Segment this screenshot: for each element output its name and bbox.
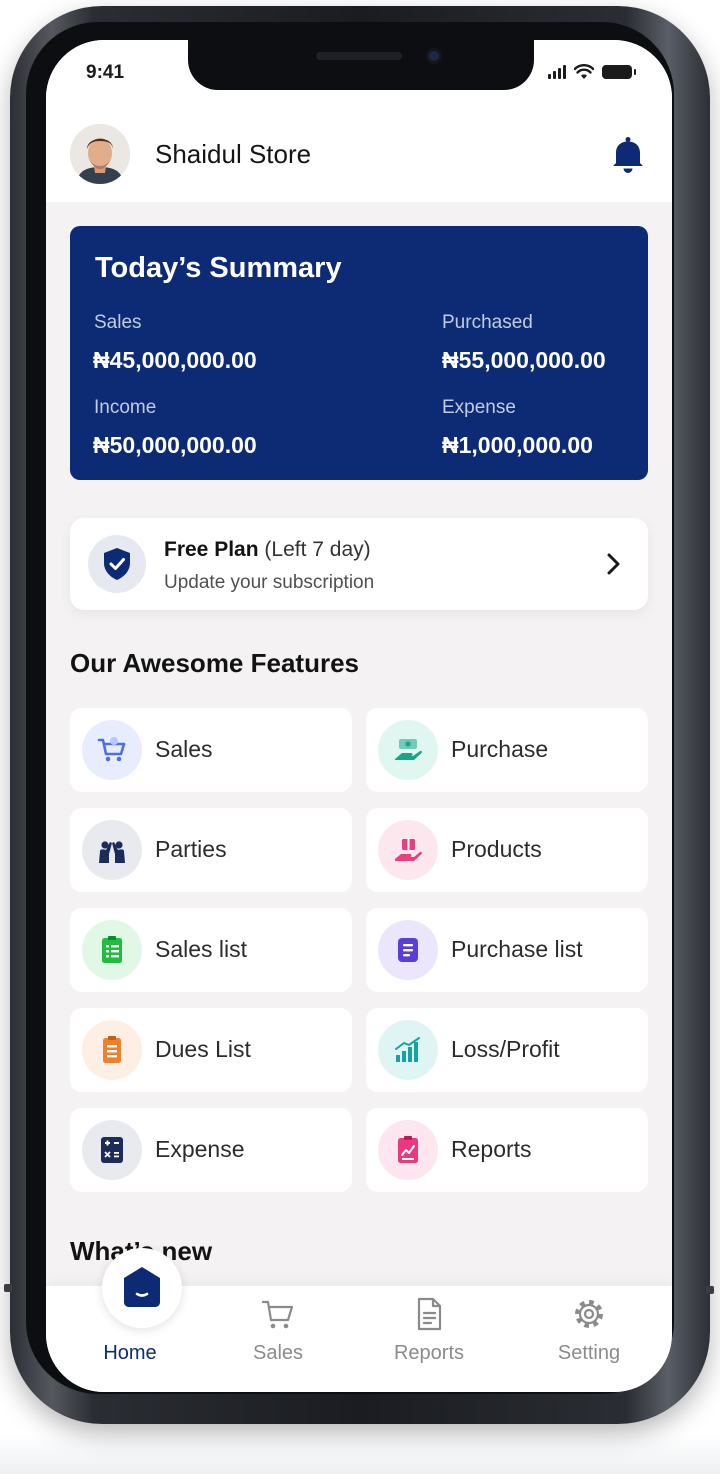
clipboard-list-icon [82, 920, 142, 980]
nav-reports[interactable]: Reports [359, 1286, 499, 1392]
store-name: Shaidul Store [155, 139, 312, 169]
purchased-value: ₦55,000,000.00 [442, 347, 606, 373]
gear-icon [575, 1300, 603, 1328]
speaker [316, 52, 402, 60]
nav-home[interactable]: Home [60, 1248, 200, 1392]
feature-purchase-list[interactable]: Purchase list [366, 908, 648, 992]
feature-label: Dues List [155, 1036, 251, 1062]
plan-days-left: (Left 7 day) [264, 538, 371, 561]
money-hand-icon [378, 720, 438, 780]
avatar[interactable] [70, 124, 130, 184]
feature-label: Purchase [451, 736, 549, 762]
phone-side-detail [706, 1286, 714, 1294]
feature-expense[interactable]: Expense [70, 1108, 352, 1192]
feature-purchase[interactable]: Purchase [366, 708, 648, 792]
nav-label: Sales [252, 1342, 304, 1364]
nav-label: Setting [557, 1342, 621, 1364]
wifi-icon [574, 64, 594, 79]
today-summary-card: Today’s Summary Sales ₦45,000,000.00 Pur… [70, 226, 648, 480]
plan-icon-badge [88, 535, 146, 593]
expense-value: ₦1,000,000.00 [442, 432, 593, 458]
plan-title-row: Free Plan (Left 7 day) [164, 538, 371, 562]
home-icon [102, 1248, 182, 1328]
floor-shadow [0, 1434, 720, 1474]
feature-loss-profit[interactable]: Loss/Profit [366, 1008, 648, 1092]
feature-sales[interactable]: Sales [70, 708, 352, 792]
feature-dues-list[interactable]: Dues List [70, 1008, 352, 1092]
feature-label: Products [451, 836, 542, 862]
battery-icon [602, 65, 636, 79]
nav-sales[interactable]: Sales [208, 1286, 348, 1392]
feature-label: Parties [155, 836, 227, 862]
notch [188, 40, 534, 90]
feature-label: Loss/Profit [451, 1036, 560, 1062]
status-time: 9:41 [86, 62, 125, 83]
expense-label: Expense [442, 397, 516, 418]
summary-title: Today’s Summary [95, 252, 342, 284]
shopping-cart-icon [82, 720, 142, 780]
status-icons [548, 64, 636, 80]
feature-sales-list[interactable]: Sales list [70, 908, 352, 992]
people-icon [82, 820, 142, 880]
bell-icon[interactable] [608, 134, 648, 174]
nav-setting[interactable]: Setting [519, 1286, 659, 1392]
clipboard-dues-icon [82, 1020, 142, 1080]
chevron-right-icon [607, 553, 620, 575]
feature-label: Sales [155, 736, 213, 762]
screen: 9:41 Shaidul Store Today’s Summary Sales… [46, 40, 672, 1392]
purchased-label: Purchased [442, 312, 533, 333]
user-avatar-icon [70, 124, 130, 184]
phone-side-detail [4, 1284, 12, 1292]
feature-label: Expense [155, 1136, 245, 1162]
stage: 9:41 Shaidul Store Today’s Summary Sales… [0, 0, 720, 1474]
income-label: Income [94, 397, 157, 418]
cellular-signal-icon [548, 65, 566, 79]
feature-products[interactable]: Products [366, 808, 648, 892]
document-list-icon [378, 920, 438, 980]
feature-reports[interactable]: Reports [366, 1108, 648, 1192]
cart-icon [261, 1300, 294, 1329]
calculator-icon [82, 1120, 142, 1180]
document-icon [417, 1297, 442, 1331]
income-value: ₦50,000,000.00 [93, 432, 257, 458]
sales-value: ₦45,000,000.00 [93, 347, 257, 373]
plan-subtitle: Update your subscription [164, 572, 375, 593]
features-title: Our Awesome Features [70, 648, 359, 678]
feature-parties[interactable]: Parties [70, 808, 352, 892]
bottom-nav: Home Sales Reports Setting [46, 1248, 672, 1392]
nav-label: Reports [393, 1342, 465, 1364]
growth-chart-icon [378, 1020, 438, 1080]
app-header: Shaidul Store [46, 110, 672, 202]
gift-hand-icon [378, 820, 438, 880]
feature-label: Reports [451, 1136, 532, 1162]
nav-label: Home [103, 1342, 157, 1364]
subscription-plan-card[interactable]: Free Plan (Left 7 day) Update your subsc… [70, 518, 648, 610]
plan-title: Free Plan [164, 538, 259, 561]
report-clipboard-icon [378, 1120, 438, 1180]
feature-label: Purchase list [451, 936, 583, 962]
shield-check-icon [104, 548, 130, 580]
feature-label: Sales list [155, 936, 248, 962]
sales-label: Sales [94, 312, 142, 333]
front-camera [426, 48, 442, 64]
